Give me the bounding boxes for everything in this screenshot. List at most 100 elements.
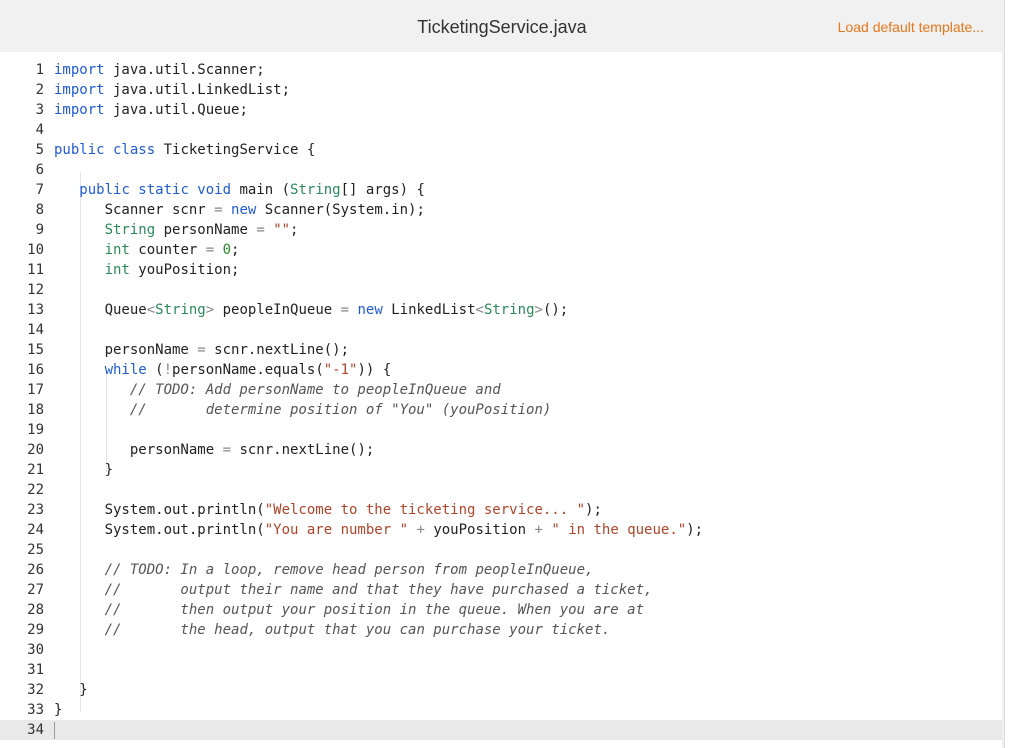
code-line[interactable]: 2 import java.util.LinkedList; [0, 80, 1002, 100]
code-token: > [205, 302, 215, 318]
code-text: personName = scnr.nextLine(); [54, 340, 349, 360]
code-line[interactable]: 3 import java.util.Queue; [0, 100, 1002, 120]
line-number: 5 [35, 142, 44, 158]
code-text: public static void main (String[] args) … [54, 180, 425, 200]
code-token: String [483, 302, 535, 318]
code-token: ! [163, 362, 173, 378]
code-line[interactable]: 14 [0, 320, 1002, 340]
code-token: ; [231, 242, 240, 258]
code-line[interactable]: 13 Queue<String> peopleInQueue = new Lin… [0, 300, 1002, 320]
code-token: < [475, 302, 484, 318]
line-number: 15 [27, 342, 44, 358]
code-line[interactable]: 19 [0, 420, 1002, 440]
code-line[interactable]: 5 public class TicketingService { [0, 140, 1002, 160]
code-line[interactable]: 4 [0, 120, 1002, 140]
code-token: ; [290, 222, 299, 238]
code-line[interactable]: 21 } [0, 460, 1002, 480]
code-token: "" [273, 222, 291, 238]
code-text: } [54, 700, 62, 720]
code-line[interactable]: 20 personName = scnr.nextLine(); [0, 440, 1002, 460]
code-token: personName [54, 442, 223, 458]
code-line[interactable]: 27 // output their name and that they ha… [0, 580, 1002, 600]
code-line[interactable]: 7 public static void main (String[] args… [0, 180, 1002, 200]
code-line[interactable]: 29 // the head, output that you can purc… [0, 620, 1002, 640]
line-number: 33 [27, 702, 44, 718]
code-token: new [231, 202, 257, 218]
code-text: import java.util.LinkedList; [54, 80, 290, 100]
code-line[interactable]: 18 // determine position of "You" (youPo… [0, 400, 1002, 420]
code-text: public class TicketingService { [54, 140, 315, 160]
line-number: 25 [27, 542, 44, 558]
code-token: main ( [231, 182, 291, 198]
editor-frame: TicketingService.java Load default templ… [0, 0, 1005, 748]
code-text: // determine position of "You" (youPosit… [54, 400, 551, 420]
code-token: scnr.nextLine(); [205, 342, 350, 358]
code-line[interactable]: 24 System.out.println("You are number " … [0, 520, 1002, 540]
code-line[interactable]: 26 // TODO: In a loop, remove head perso… [0, 560, 1002, 580]
code-token: // output their name and that they have … [104, 582, 653, 598]
code-token: new [357, 302, 383, 318]
code-token: import [54, 62, 105, 78]
code-line[interactable]: 22 [0, 480, 1002, 500]
code-token: = [256, 222, 265, 238]
code-token: = [222, 442, 232, 458]
line-number: 28 [27, 602, 44, 618]
line-number: 8 [35, 202, 44, 218]
code-token: = [214, 202, 223, 218]
code-line[interactable]: 31 [0, 660, 1002, 680]
code-token: String [290, 182, 341, 198]
code-line[interactable]: 28 // then output your position in the q… [0, 600, 1002, 620]
code-line[interactable]: 1 import java.util.Scanner; [0, 60, 1002, 80]
text-cursor [54, 722, 55, 739]
code-token: while [104, 362, 147, 378]
line-number: 24 [27, 522, 44, 538]
code-line[interactable]: 11 int youPosition; [0, 260, 1002, 280]
code-token: TicketingService { [155, 142, 316, 158]
code-line[interactable]: 8 Scanner scnr = new Scanner(System.in); [0, 200, 1002, 220]
line-number: 7 [35, 182, 44, 198]
code-token: counter [129, 242, 206, 258]
code-line[interactable]: 6 [0, 160, 1002, 180]
code-token: personName [54, 342, 198, 358]
code-line[interactable]: 30 [0, 640, 1002, 660]
code-line[interactable]: 32 } [0, 680, 1002, 700]
line-number: 32 [27, 682, 44, 698]
code-line[interactable]: 34 [0, 720, 1002, 740]
code-token: java.util.Queue; [104, 102, 248, 118]
code-token: ( [146, 362, 164, 378]
line-number: 4 [35, 122, 44, 138]
code-token: Queue [54, 302, 147, 318]
line-number: 13 [27, 302, 44, 318]
code-line[interactable]: 17 // TODO: Add personName to peopleInQu… [0, 380, 1002, 400]
line-number: 22 [27, 482, 44, 498]
code-text: // TODO: In a loop, remove head person f… [54, 560, 594, 580]
code-line[interactable]: 9 String personName = ""; [0, 220, 1002, 240]
code-line[interactable]: 12 [0, 280, 1002, 300]
code-line[interactable]: 16 while (!personName.equals("-1")) { [0, 360, 1002, 380]
line-number: 12 [27, 282, 44, 298]
code-token: } [54, 462, 114, 478]
line-number: 9 [35, 222, 44, 238]
line-number: 31 [27, 662, 44, 678]
code-editor[interactable]: 1 import java.util.Scanner; 2 import java.u… [0, 52, 1002, 748]
code-text: System.out.println("Welcome to the ticke… [54, 500, 602, 520]
code-token: youPosition; [129, 262, 240, 278]
code-line[interactable]: 25 [0, 540, 1002, 560]
code-line[interactable]: 15 personName = scnr.nextLine(); [0, 340, 1002, 360]
code-line[interactable]: 33} [0, 700, 1002, 720]
code-token: // TODO: In a loop, remove head person f… [104, 562, 594, 578]
code-line[interactable]: 10 int counter = 0; [0, 240, 1002, 260]
load-default-template-link[interactable]: Load default template... [838, 19, 984, 35]
line-number: 10 [27, 242, 44, 258]
code-text: while (!personName.equals("-1")) { [54, 360, 392, 380]
code-token: import [54, 102, 105, 118]
code-token: personName [155, 222, 257, 238]
code-token: public static void [79, 182, 232, 198]
code-line[interactable]: 23 System.out.println("Welcome to the ti… [0, 500, 1002, 520]
code-token: scnr.nextLine(); [231, 442, 375, 458]
code-token: } [54, 702, 63, 718]
